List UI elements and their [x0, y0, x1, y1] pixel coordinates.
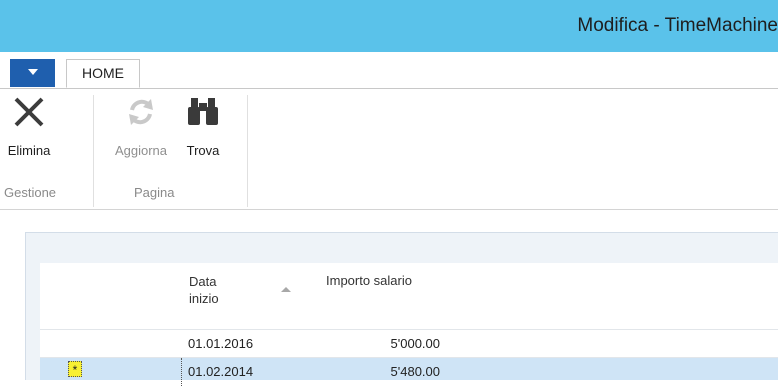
- cell-importo-salario[interactable]: 5'000.00: [340, 336, 440, 351]
- table-row[interactable]: * 01.02.2014 5'480.00: [40, 357, 778, 386]
- column-header-importo-salario[interactable]: Importo salario: [326, 273, 412, 288]
- tab-home[interactable]: HOME: [66, 59, 140, 88]
- find-button[interactable]: Trova: [175, 89, 231, 169]
- find-button-label: Trova: [186, 143, 220, 158]
- group-label-pagina: Pagina: [134, 185, 175, 200]
- group-label-gestione: Gestione: [4, 185, 57, 200]
- focused-cell-border: [181, 358, 183, 386]
- cell-data-inizio[interactable]: 01.01.2016: [188, 336, 253, 351]
- app-menu-button[interactable]: [10, 59, 55, 87]
- delete-x-icon: [14, 97, 44, 127]
- grid-panel: Data inizio Importo salario 01.01.2016 5…: [25, 232, 778, 386]
- cell-data-inizio[interactable]: 01.02.2014: [188, 364, 253, 379]
- delete-button[interactable]: Elimina: [4, 89, 54, 169]
- table-row[interactable]: 01.01.2016 5'000.00: [40, 329, 778, 357]
- cell-importo-salario[interactable]: 5'480.00: [340, 364, 440, 379]
- ribbon: Elimina Aggiorna Trova Gestione Pagina: [0, 89, 778, 210]
- ribbon-separator: [247, 95, 248, 207]
- data-grid: Data inizio Importo salario 01.01.2016 5…: [40, 263, 778, 386]
- sort-ascending-icon: [281, 287, 291, 292]
- binoculars-icon: [188, 98, 218, 125]
- refresh-button-label: Aggiorna: [114, 143, 168, 158]
- delete-button-label: Elimina: [7, 143, 51, 158]
- refresh-button[interactable]: Aggiorna: [106, 89, 176, 169]
- refresh-icon: [129, 99, 153, 125]
- ribbon-tab-row: HOME: [0, 52, 778, 89]
- dropdown-triangle-icon: [28, 69, 38, 75]
- column-header-data-inizio[interactable]: Data inizio: [189, 273, 249, 307]
- ribbon-separator: [93, 95, 94, 207]
- grid-header: Data inizio Importo salario: [40, 263, 778, 329]
- new-row-marker: *: [68, 361, 82, 377]
- window-title: Modifica - TimeMachine: [577, 15, 778, 36]
- title-bar: Modifica - TimeMachine: [0, 0, 778, 52]
- content-area: Data inizio Importo salario 01.01.2016 5…: [0, 210, 778, 386]
